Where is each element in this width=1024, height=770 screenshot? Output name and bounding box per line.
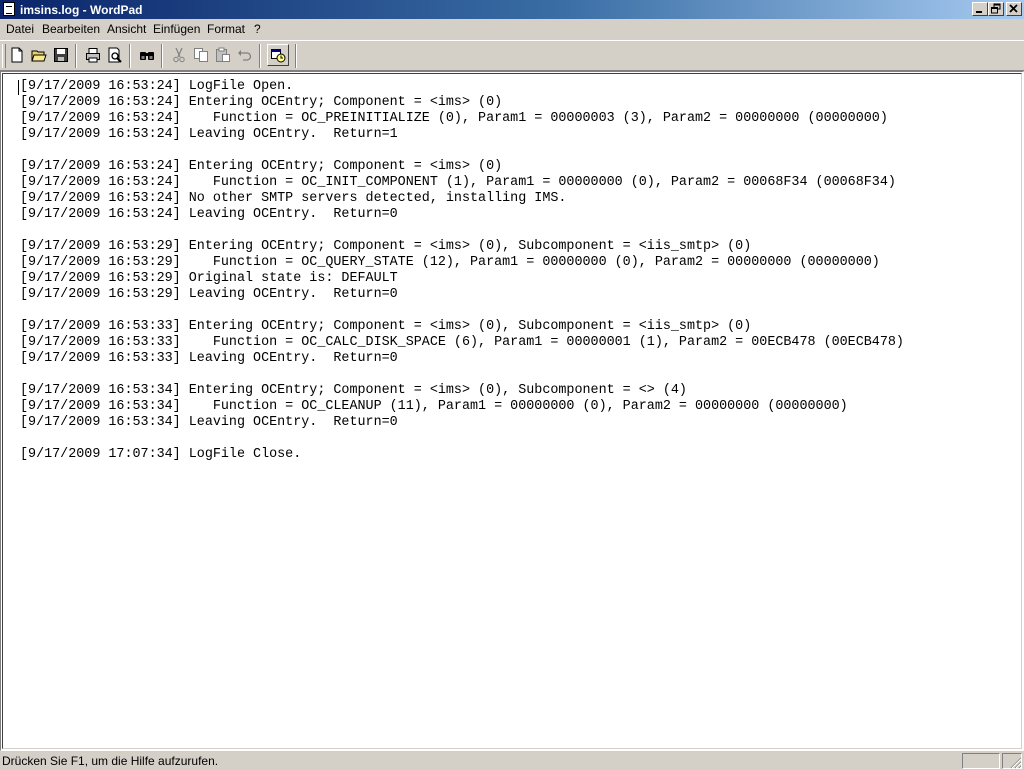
close-button[interactable] [1006,2,1022,16]
log-line: [9/17/2009 16:53:24] No other SMTP serve… [20,191,567,206]
log-line: [9/17/2009 16:53:24] Function = OC_PREIN… [20,111,888,126]
restore-icon [991,3,1001,14]
menu-bar: Datei Bearbeiten Ansicht Einfügen Format… [0,19,1024,39]
toolbar-separator [129,44,131,68]
log-line: [9/17/2009 16:53:24] Leaving OCEntry. Re… [20,127,398,142]
minimize-icon [976,11,982,13]
log-line: [9/17/2009 16:53:24] Entering OCEntry; C… [20,159,503,174]
log-line: [9/17/2009 16:53:24] LogFile Open. [20,79,294,94]
log-line: [9/17/2009 16:53:34] Entering OCEntry; C… [20,383,687,398]
log-line: [9/17/2009 16:53:24] Entering OCEntry; C… [20,95,503,110]
toolbar [0,40,1024,71]
status-text: Drücken Sie F1, um die Hilfe aufzurufen. [2,754,219,768]
toolbar-separator [295,44,297,68]
find-icon [140,52,154,60]
undo-icon [238,50,252,61]
log-line: [9/17/2009 17:07:34] LogFile Close. [20,447,302,462]
cut-button[interactable] [168,44,190,66]
status-bar: Drücken Sie F1, um die Hilfe aufzurufen. [0,751,1024,770]
print-preview-icon [108,47,122,63]
open-button[interactable] [28,44,50,66]
close-icon [1009,4,1018,13]
title-bar[interactable]: imsins.log - WordPad [0,0,1024,19]
undo-button[interactable] [234,44,256,66]
log-text[interactable]: [9/17/2009 16:53:24] LogFile Open. [9/17/… [20,79,904,463]
text-caret [18,80,19,95]
toolbar-separator [75,44,77,68]
menu-format[interactable]: Format [207,22,245,36]
resize-grip-icon[interactable] [1010,757,1022,769]
open-folder-icon [31,50,47,62]
insert-date-time-icon [271,49,286,63]
copy-button[interactable] [190,44,212,66]
log-line: [9/17/2009 16:53:33] Entering OCEntry; C… [20,319,752,334]
menu-ansicht[interactable]: Ansicht [107,22,146,36]
toolbar-separator [161,44,163,68]
print-preview-button[interactable] [104,44,126,66]
print-button[interactable] [82,44,104,66]
new-document-icon [11,47,23,63]
log-line: [9/17/2009 16:53:33] Leaving OCEntry. Re… [20,351,398,366]
menu-bearbeiten[interactable]: Bearbeiten [42,22,100,36]
log-line: [9/17/2009 16:53:29] Entering OCEntry; C… [20,239,752,254]
menu-help[interactable]: ? [254,22,261,36]
copy-icon [194,48,208,62]
log-line: [9/17/2009 16:53:34] Function = OC_CLEAN… [20,399,848,414]
new-button[interactable] [6,44,28,66]
document-area[interactable]: [9/17/2009 16:53:24] LogFile Open. [9/17/… [0,71,1024,751]
window-title: imsins.log - WordPad [20,3,143,17]
paste-button[interactable] [212,44,234,66]
print-icon [86,48,100,63]
document-frame: [9/17/2009 16:53:24] LogFile Open. [9/17/… [2,73,1022,749]
wordpad-document-icon[interactable] [3,2,15,16]
log-line: [9/17/2009 16:53:33] Function = OC_CALC_… [20,335,904,350]
cut-icon [173,47,185,63]
log-line: [9/17/2009 16:53:24] Leaving OCEntry. Re… [20,207,398,222]
log-line: [9/17/2009 16:53:34] Leaving OCEntry. Re… [20,415,398,430]
minimize-button[interactable] [972,2,988,16]
paste-icon [216,47,230,62]
toolbar-separator [259,44,261,68]
log-line: [9/17/2009 16:53:29] Leaving OCEntry. Re… [20,287,398,302]
save-button[interactable] [50,44,72,66]
menu-einfuegen[interactable]: Einfügen [153,22,200,36]
save-icon [54,48,68,62]
find-button[interactable] [136,44,158,66]
restore-button[interactable] [988,2,1004,16]
log-line: [9/17/2009 16:53:29] Function = OC_QUERY… [20,255,880,270]
insert-date-time-button[interactable] [267,44,289,66]
log-line: [9/17/2009 16:53:24] Function = OC_INIT_… [20,175,896,190]
status-pane [962,753,1000,769]
menu-datei[interactable]: Datei [6,22,34,36]
log-line: [9/17/2009 16:53:29] Original state is: … [20,271,398,286]
